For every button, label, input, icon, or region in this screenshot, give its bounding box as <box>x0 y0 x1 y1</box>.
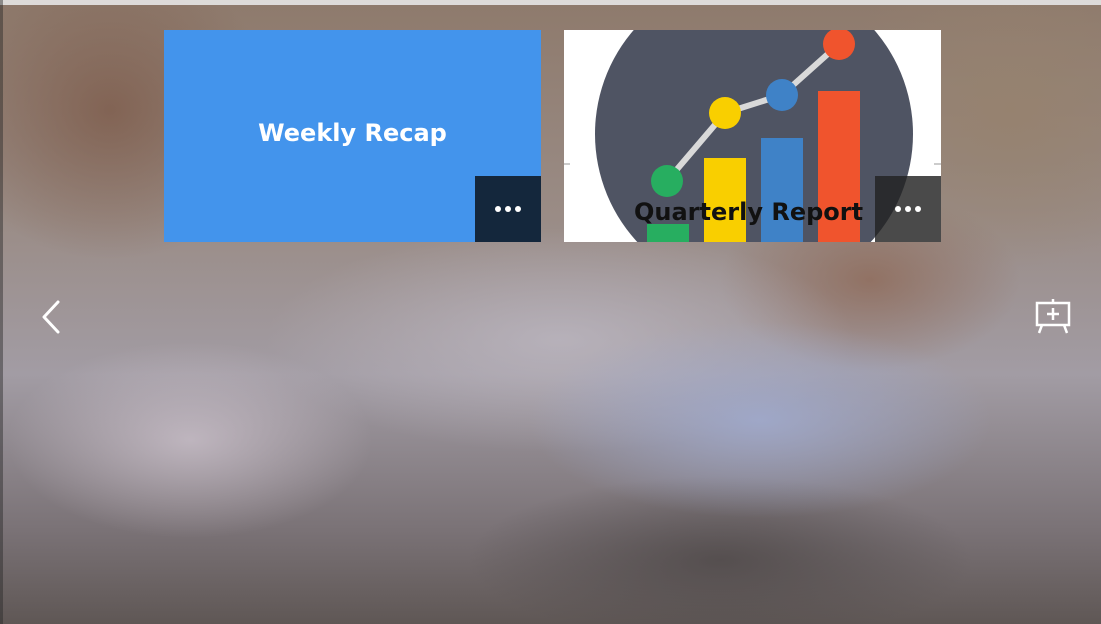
more-options-button[interactable] <box>875 176 941 242</box>
card-title: Quarterly Report <box>634 198 864 226</box>
more-horizontal-icon <box>495 206 521 212</box>
chevron-left-icon[interactable] <box>38 298 66 336</box>
weekly-recap-card[interactable]: Weekly Recap <box>164 30 541 242</box>
card-title: Weekly Recap <box>258 119 447 147</box>
more-horizontal-icon <box>895 206 921 212</box>
add-to-presentation-icon[interactable] <box>1032 298 1074 336</box>
blurred-background-screen: Weekly Recap Quarterly Report <box>0 0 1101 624</box>
more-options-button[interactable] <box>475 176 541 242</box>
quarterly-report-card[interactable]: Quarterly Report <box>564 30 941 242</box>
